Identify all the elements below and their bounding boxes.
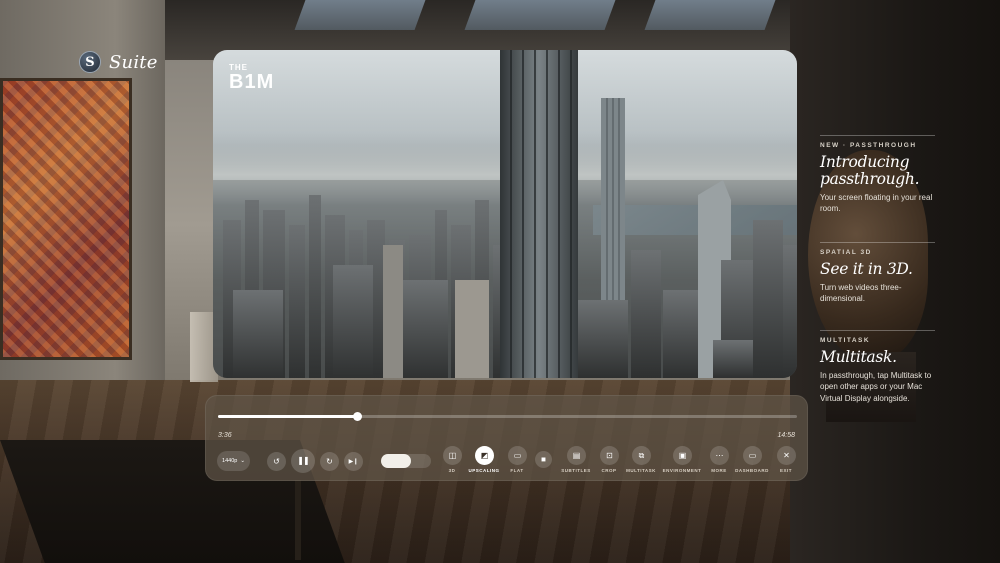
exit-label: EXIT — [779, 468, 792, 473]
more-icon: ⋯ — [715, 450, 724, 460]
more-button[interactable]: ⋯ — [710, 446, 729, 465]
subtitles-icon: ▤ — [572, 450, 581, 460]
city-skyline-image — [213, 50, 797, 378]
environment-button[interactable]: ▣ — [673, 446, 692, 465]
feature-headline: Multitask. — [820, 348, 897, 366]
quality-selector[interactable]: 1440p ⌄ — [217, 451, 250, 471]
chevron-down-icon: ⌄ — [240, 458, 245, 464]
next-icon: ▶❙ — [348, 458, 359, 465]
progress-knob[interactable] — [352, 412, 362, 421]
multitask-icon: ⧉ — [638, 450, 645, 460]
flat-button[interactable]: ▭ — [508, 446, 527, 465]
feature-headline: See it in 3D. — [820, 260, 913, 278]
flat-icon: ▭ — [513, 450, 522, 460]
cinema-button[interactable]: ◼ — [535, 451, 552, 468]
elapsed-time: 3:36 — [218, 432, 232, 439]
skylight — [644, 0, 776, 30]
feature-spatial-3d: SPATIAL 3D See it in 3D. Turn web videos… — [820, 242, 990, 305]
skylight — [464, 0, 616, 30]
feature-kicker: NEW · PASSTHROUGH — [820, 135, 935, 149]
watermark-large: B1M — [229, 71, 275, 93]
pause-button[interactable]: ❚❚ — [291, 449, 315, 473]
feature-multitask: MULTITASK Multitask. In passthrough, tap… — [820, 330, 990, 404]
skylight — [294, 0, 426, 30]
feature-headline: Introducing passthrough. — [820, 153, 920, 189]
video-player[interactable]: THE B1M — [213, 50, 797, 378]
dashboard-icon: ▭ — [748, 450, 757, 460]
pause-icon: ❚❚ — [297, 456, 309, 465]
environment-icon: ▣ — [678, 450, 687, 460]
progress-scrubber[interactable] — [218, 412, 797, 421]
crop-icon: ⊡ — [606, 450, 613, 460]
3d-button[interactable]: ◫ — [443, 446, 462, 465]
total-time: 14:58 — [777, 432, 795, 439]
feature-description: In passthrough, tap Multitask to open ot… — [820, 371, 932, 403]
flat-label: FLAT — [510, 468, 524, 473]
suite-badge-icon: S — [79, 51, 101, 73]
dashboard-button[interactable]: ▭ — [743, 446, 762, 465]
brand-logo: S Suite — [79, 51, 158, 73]
next-button[interactable]: ▶❙ — [344, 452, 363, 471]
multitask-button[interactable]: ⧉ — [632, 446, 651, 465]
feature-kicker: SPATIAL 3D — [820, 242, 935, 256]
subtitles-button[interactable]: ▤ — [567, 446, 586, 465]
feature-kicker: MULTITASK — [820, 330, 935, 344]
forward-button[interactable]: ↻ — [320, 452, 339, 471]
forward-icon: ↻ — [326, 456, 333, 466]
bench-leg — [295, 480, 301, 560]
painting — [0, 78, 132, 360]
close-icon: ✕ — [783, 450, 790, 460]
feature-passthrough: NEW · PASSTHROUGH Introducing passthroug… — [820, 135, 990, 215]
feature-description: Turn web videos three-dimensional. — [820, 283, 902, 304]
cinema-icon: ◼ — [541, 456, 546, 463]
upscaling-button[interactable]: ◩ — [475, 446, 494, 465]
feature-description: Your screen floating in your real room. — [820, 193, 933, 214]
3d-icon: ◫ — [448, 450, 457, 460]
rewind-button[interactable]: ↺ — [267, 452, 286, 471]
upscaling-icon: ◩ — [480, 450, 489, 460]
crop-button[interactable]: ⊡ — [600, 446, 619, 465]
volume-fill — [381, 454, 411, 468]
playback-controls: 3:36 14:58 1440p ⌄ ↺ ❚❚ ↻ ▶❙ ◫ 3D ◩ UPSC… — [205, 395, 808, 481]
exit-button[interactable]: ✕ — [777, 446, 796, 465]
rewind-icon: ↺ — [273, 456, 280, 466]
multitask-label: MULTITASK — [626, 468, 656, 473]
volume-slider[interactable] — [381, 454, 431, 468]
progress-fill — [218, 415, 357, 418]
b1m-watermark: THE B1M — [229, 64, 275, 93]
brand-name: Suite — [109, 51, 158, 73]
quality-value: 1440p — [222, 458, 238, 464]
